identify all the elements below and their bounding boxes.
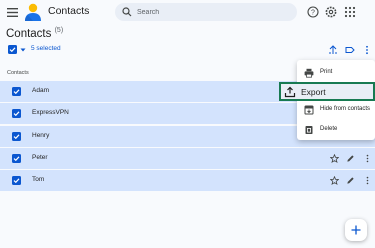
delete-icon	[304, 125, 314, 135]
hide-icon	[304, 105, 314, 115]
create-contact-button[interactable]	[345, 219, 367, 241]
row-checkbox[interactable]	[12, 154, 21, 163]
contact-name: ExpressVPN	[32, 109, 69, 116]
contact-row[interactable]: Tom	[0, 170, 375, 191]
contact-name: Henry	[32, 132, 50, 139]
search-input[interactable]	[137, 4, 287, 20]
more-vert-icon[interactable]	[362, 45, 372, 55]
export-icon	[284, 86, 296, 98]
app-title[interactable]: Contacts	[48, 5, 89, 17]
star-icon[interactable]	[330, 154, 339, 163]
search-icon[interactable]	[122, 7, 132, 17]
apps-grid-icon[interactable]	[344, 6, 356, 18]
top-app-bar: Contacts ?	[0, 0, 375, 24]
menu-item-export[interactable]: Export	[279, 82, 375, 101]
selection-dropdown-icon[interactable]	[20, 47, 26, 53]
page-title: Contacts (5)	[6, 27, 63, 40]
contact-name: Peter	[32, 154, 48, 161]
menu-item-label: Export	[301, 87, 326, 97]
page-title-text: Contacts	[6, 27, 52, 40]
select-all-checkbox[interactable]	[8, 45, 17, 54]
more-vert-icon[interactable]	[363, 176, 372, 185]
selection-count: 5 selected	[31, 45, 61, 52]
menu-item-label: Hide from contacts	[320, 106, 371, 112]
star-icon[interactable]	[330, 176, 339, 185]
contact-name: Adam	[32, 87, 49, 94]
menu-item-label: Delete	[320, 126, 338, 132]
contacts-logo-icon	[23, 2, 43, 22]
menu-item-label: Print	[320, 69, 333, 75]
edit-pencil-icon[interactable]	[346, 154, 355, 163]
row-checkbox[interactable]	[12, 87, 21, 96]
settings-gear-icon[interactable]	[325, 6, 337, 18]
print-icon	[304, 68, 314, 78]
main-menu-icon[interactable]	[4, 4, 20, 20]
contact-row[interactable]: Peter	[0, 148, 375, 169]
merge-icon[interactable]	[328, 45, 338, 55]
edit-pencil-icon[interactable]	[346, 176, 355, 185]
label-icon[interactable]	[345, 45, 355, 55]
row-checkbox[interactable]	[12, 176, 21, 185]
contact-name: Tom	[32, 176, 45, 183]
row-checkbox[interactable]	[12, 109, 21, 118]
menu-item-delete[interactable]: Delete	[297, 121, 375, 139]
plus-icon	[351, 225, 361, 235]
menu-item-hide-from-contacts[interactable]: Hide from contacts	[297, 101, 375, 119]
menu-item-print[interactable]: Print	[297, 64, 375, 82]
column-header-contacts: Contacts	[7, 70, 29, 76]
svg-text:?: ?	[311, 10, 315, 17]
contact-count: (5)	[54, 27, 64, 34]
row-checkbox[interactable]	[12, 132, 21, 141]
more-vert-icon[interactable]	[363, 154, 372, 163]
help-icon[interactable]: ?	[307, 6, 319, 18]
